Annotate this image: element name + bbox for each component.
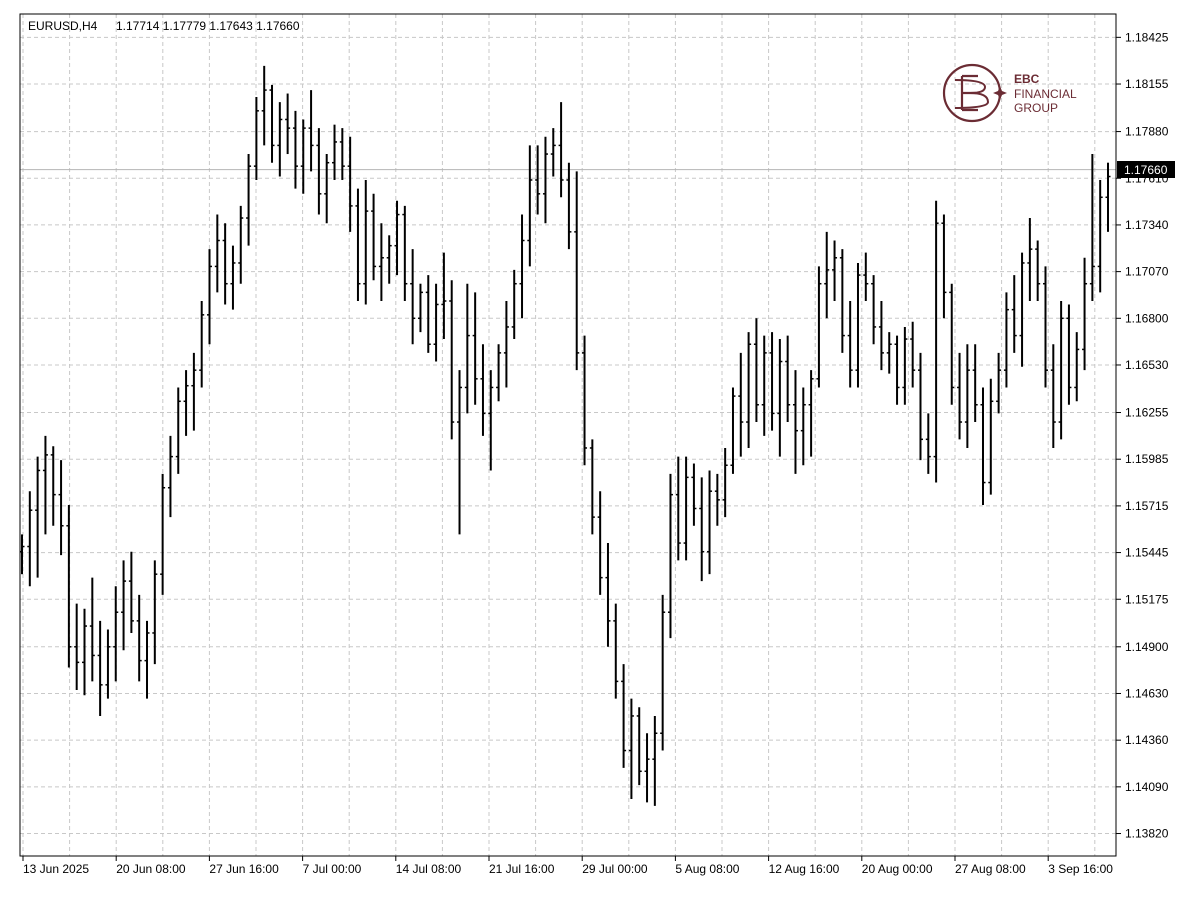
- y-tick-label: 1.14900: [1125, 640, 1169, 654]
- y-tick-label: 1.17880: [1125, 125, 1169, 139]
- x-tick-label: 14 Jul 08:00: [396, 862, 462, 876]
- y-tick-label: 1.15715: [1125, 499, 1169, 513]
- y-tick-label: 1.16530: [1125, 358, 1169, 372]
- x-tick-label: 29 Jul 00:00: [582, 862, 648, 876]
- x-tick-label: 20 Aug 00:00: [862, 862, 933, 876]
- y-tick-label: 1.17070: [1125, 265, 1169, 279]
- x-tick-label: 7 Jul 00:00: [303, 862, 362, 876]
- y-tick-label: 1.16255: [1125, 406, 1169, 420]
- chart-canvas: 1.184251.181551.178801.176101.173401.170…: [0, 0, 1200, 896]
- y-tick-label: 1.15445: [1125, 546, 1169, 560]
- x-tick-label: 21 Jul 16:00: [489, 862, 555, 876]
- x-tick-label: 20 Jun 08:00: [116, 862, 186, 876]
- y-tick-label: 1.18155: [1125, 77, 1169, 91]
- y-tick-label: 1.14630: [1125, 686, 1169, 700]
- chart-background: [0, 0, 1200, 896]
- price-tag-text: 1.17660: [1124, 163, 1168, 177]
- logo-line3: GROUP: [1014, 101, 1058, 115]
- y-tick-label: 1.16800: [1125, 311, 1169, 325]
- y-tick-label: 1.13820: [1125, 827, 1169, 841]
- y-tick-label: 1.15175: [1125, 592, 1169, 606]
- y-tick-label: 1.14360: [1125, 733, 1169, 747]
- x-tick-label: 5 Aug 08:00: [675, 862, 739, 876]
- y-tick-label: 1.14090: [1125, 780, 1169, 794]
- y-tick-label: 1.15985: [1125, 452, 1169, 466]
- logo-line2: FINANCIAL: [1014, 87, 1077, 101]
- symbol-label: EURUSD,H4: [28, 19, 98, 33]
- x-tick-label: 13 Jun 2025: [23, 862, 89, 876]
- y-tick-label: 1.18425: [1125, 30, 1169, 44]
- y-tick-label: 1.17340: [1125, 218, 1169, 232]
- logo-line1: EBC: [1014, 72, 1040, 86]
- x-tick-label: 12 Aug 16:00: [769, 862, 840, 876]
- x-tick-label: 3 Sep 16:00: [1048, 862, 1113, 876]
- ohlc-values: 1.17714 1.17779 1.17643 1.17660: [116, 19, 300, 33]
- x-tick-label: 27 Aug 08:00: [955, 862, 1026, 876]
- x-tick-label: 27 Jun 16:00: [209, 862, 279, 876]
- current-price-tag: 1.17660: [1117, 161, 1175, 178]
- ohlc-chart[interactable]: 1.18425 1.18155 1.17880 1.17610 1.17340 1.170…: [0, 0, 1200, 896]
